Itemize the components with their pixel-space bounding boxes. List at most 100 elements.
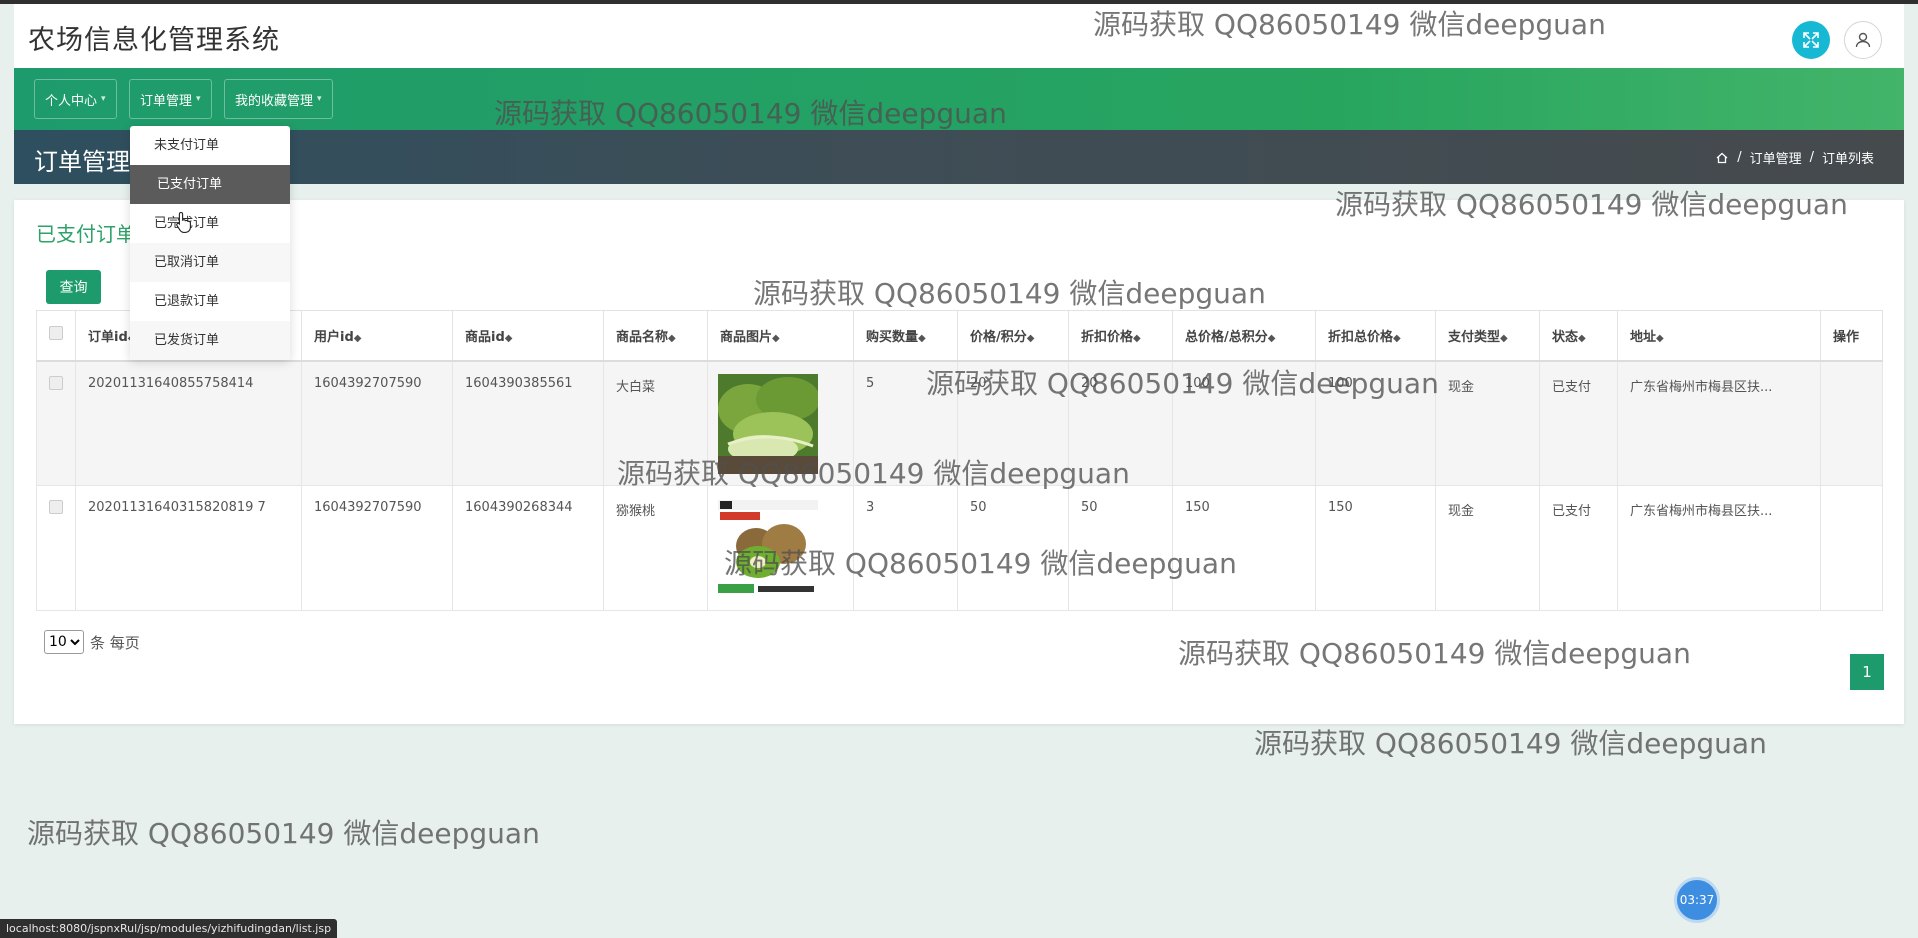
sort-icon[interactable]: ◆ xyxy=(1393,333,1401,344)
cell-address: 广东省梅州市梅县区扶... xyxy=(1617,485,1821,611)
menu-item-paid-orders[interactable]: 已支付订单 xyxy=(130,165,290,204)
page-title: 订单管理 xyxy=(34,148,130,176)
menu-item-cancelled-orders[interactable]: 已取消订单 xyxy=(130,243,290,282)
fullscreen-button[interactable] xyxy=(1792,21,1830,59)
expand-icon xyxy=(1803,32,1819,48)
row-select-cell xyxy=(36,485,76,611)
cell-order-id: 20201131640855758414 xyxy=(75,360,302,486)
sort-icon[interactable]: ◆ xyxy=(354,333,362,344)
cell-product-name: 大白菜 xyxy=(603,360,708,486)
cell-price: 20 xyxy=(957,360,1069,486)
row-checkbox[interactable] xyxy=(49,375,63,390)
cell-discount-total: 100 xyxy=(1315,360,1436,486)
sort-icon[interactable]: ◆ xyxy=(1027,333,1035,344)
column-header[interactable]: 价格/积分◆ xyxy=(957,310,1069,362)
cell-quantity: 3 xyxy=(853,485,958,611)
cell-actions xyxy=(1820,485,1883,611)
column-header[interactable]: 总价格/总积分◆ xyxy=(1172,310,1316,362)
column-header[interactable]: 用户id◆ xyxy=(301,310,453,362)
column-header[interactable]: 状态◆ xyxy=(1539,310,1618,362)
row-checkbox[interactable] xyxy=(49,500,63,514)
column-header[interactable]: 商品名称◆ xyxy=(603,310,708,362)
home-icon[interactable] xyxy=(1715,151,1729,165)
per-page-label: 条 每页 xyxy=(90,633,140,652)
column-header[interactable]: 折扣价格◆ xyxy=(1068,310,1173,362)
nav-personal-center[interactable]: 个人中心 ▾ xyxy=(34,79,117,119)
column-header[interactable]: 商品id◆ xyxy=(452,310,604,362)
cell-product-id: 1604390268344 xyxy=(452,485,604,611)
chevron-down-icon: ▾ xyxy=(196,94,201,104)
cell-order-id: 20201131640315820819 7 xyxy=(75,485,302,611)
sort-icon[interactable]: ◆ xyxy=(1656,333,1664,344)
cell-product-id: 1604390385561 xyxy=(452,360,604,486)
cell-discount-total: 150 xyxy=(1315,485,1436,611)
nav-label: 个人中心 xyxy=(45,93,98,109)
kiwi-image xyxy=(718,498,818,598)
nav-order-management[interactable]: 订单管理 ▾ xyxy=(129,79,212,119)
chevron-down-icon: ▾ xyxy=(317,94,322,104)
sort-icon[interactable]: ◆ xyxy=(1578,333,1586,344)
cell-pay-type: 现金 xyxy=(1435,485,1540,611)
cell-discount-price: 20 xyxy=(1068,360,1173,486)
card-title: 已支付订单 xyxy=(36,222,136,246)
table-row[interactable]: 20201131640855758414 1604392707590 16043… xyxy=(36,360,1883,486)
page-size-control: 10 条 每页 xyxy=(44,630,140,654)
sort-icon[interactable]: ◆ xyxy=(918,333,926,344)
status-bar-url: localhost:8080/jspnxRul/jsp/modules/yizh… xyxy=(0,919,338,938)
sort-icon[interactable]: ◆ xyxy=(1500,333,1508,344)
cell-user-id: 1604392707590 xyxy=(301,485,453,611)
order-list-card: 已支付订单 查询 订单id◆ 用户id◆ 商品id◆ 商品名称◆ 商品图片◆ 购… xyxy=(14,200,1904,724)
sort-icon[interactable]: ◆ xyxy=(668,333,676,344)
page-header-band: 订单管理 / 订单管理 / 订单列表 xyxy=(14,130,1904,184)
cell-status: 已支付 xyxy=(1539,485,1618,611)
column-header[interactable]: 地址◆ xyxy=(1617,310,1821,362)
cabbage-image xyxy=(718,373,818,474)
query-button[interactable]: 查询 xyxy=(46,270,101,304)
top-navbar: 个人中心 ▾ 订单管理 ▾ 我的收藏管理 ▾ xyxy=(14,68,1904,130)
nav-label: 我的收藏管理 xyxy=(235,93,314,109)
sort-icon[interactable]: ◆ xyxy=(772,333,780,344)
column-header[interactable]: 商品图片◆ xyxy=(707,310,854,362)
breadcrumb-item: 订单列表 xyxy=(1821,152,1874,167)
table-header-row: 订单id◆ 用户id◆ 商品id◆ 商品名称◆ 商品图片◆ 购买数量◆ 价格/积… xyxy=(36,310,1883,362)
cell-product-image xyxy=(707,485,854,611)
breadcrumb-separator: / xyxy=(1809,150,1814,165)
watermark: 源码获取 QQ86050149 微信deepguan xyxy=(1254,727,1767,760)
pagination-page-button[interactable]: 1 xyxy=(1850,654,1884,690)
cell-total: 150 xyxy=(1172,485,1316,611)
order-management-dropdown: 未支付订单 已支付订单 已完成订单 已取消订单 已退款订单 已发货订单 xyxy=(130,126,290,360)
breadcrumb-item[interactable]: 订单管理 xyxy=(1750,148,1802,167)
column-header-actions: 操作 xyxy=(1820,310,1883,362)
user-menu-button[interactable] xyxy=(1844,21,1882,59)
column-header[interactable]: 购买数量◆ xyxy=(853,310,958,362)
cell-total: 100 xyxy=(1172,360,1316,486)
cell-pay-type: 现金 xyxy=(1435,360,1540,486)
menu-item-shipped-orders[interactable]: 已发货订单 xyxy=(130,321,290,360)
cell-address: 广东省梅州市梅县区扶... xyxy=(1617,360,1821,486)
menu-item-unpaid-orders[interactable]: 未支付订单 xyxy=(130,126,290,165)
menu-item-refunded-orders[interactable]: 已退款订单 xyxy=(130,282,290,321)
column-header[interactable]: 支付类型◆ xyxy=(1435,310,1540,362)
breadcrumb: / 订单管理 / 订单列表 xyxy=(1715,148,1874,167)
sort-icon[interactable]: ◆ xyxy=(1268,333,1276,344)
hand-cursor-icon xyxy=(176,211,191,233)
nav-favorites-management[interactable]: 我的收藏管理 ▾ xyxy=(224,79,333,119)
cell-quantity: 5 xyxy=(853,360,958,486)
table-row[interactable]: 20201131640315820819 7 1604392707590 160… xyxy=(36,485,1883,611)
breadcrumb-separator: / xyxy=(1737,150,1742,165)
header: 农场信息化管理系统 xyxy=(14,4,1904,68)
sort-icon[interactable]: ◆ xyxy=(505,333,513,344)
app-title: 农场信息化管理系统 xyxy=(28,25,280,56)
cell-price: 50 xyxy=(957,485,1069,611)
orders-table: 订单id◆ 用户id◆ 商品id◆ 商品名称◆ 商品图片◆ 购买数量◆ 价格/积… xyxy=(36,310,1883,611)
page-size-select[interactable]: 10 xyxy=(44,630,84,654)
select-all-checkbox[interactable] xyxy=(49,326,63,341)
row-select-cell xyxy=(36,360,76,486)
cell-status: 已支付 xyxy=(1539,360,1618,486)
column-header[interactable]: 折扣总价格◆ xyxy=(1315,310,1436,362)
sort-icon[interactable]: ◆ xyxy=(1133,333,1141,344)
watermark: 源码获取 QQ86050149 微信deepguan xyxy=(27,817,540,850)
cell-actions xyxy=(1820,360,1883,486)
menu-item-completed-orders[interactable]: 已完成订单 xyxy=(130,204,290,243)
user-icon xyxy=(1855,32,1871,48)
